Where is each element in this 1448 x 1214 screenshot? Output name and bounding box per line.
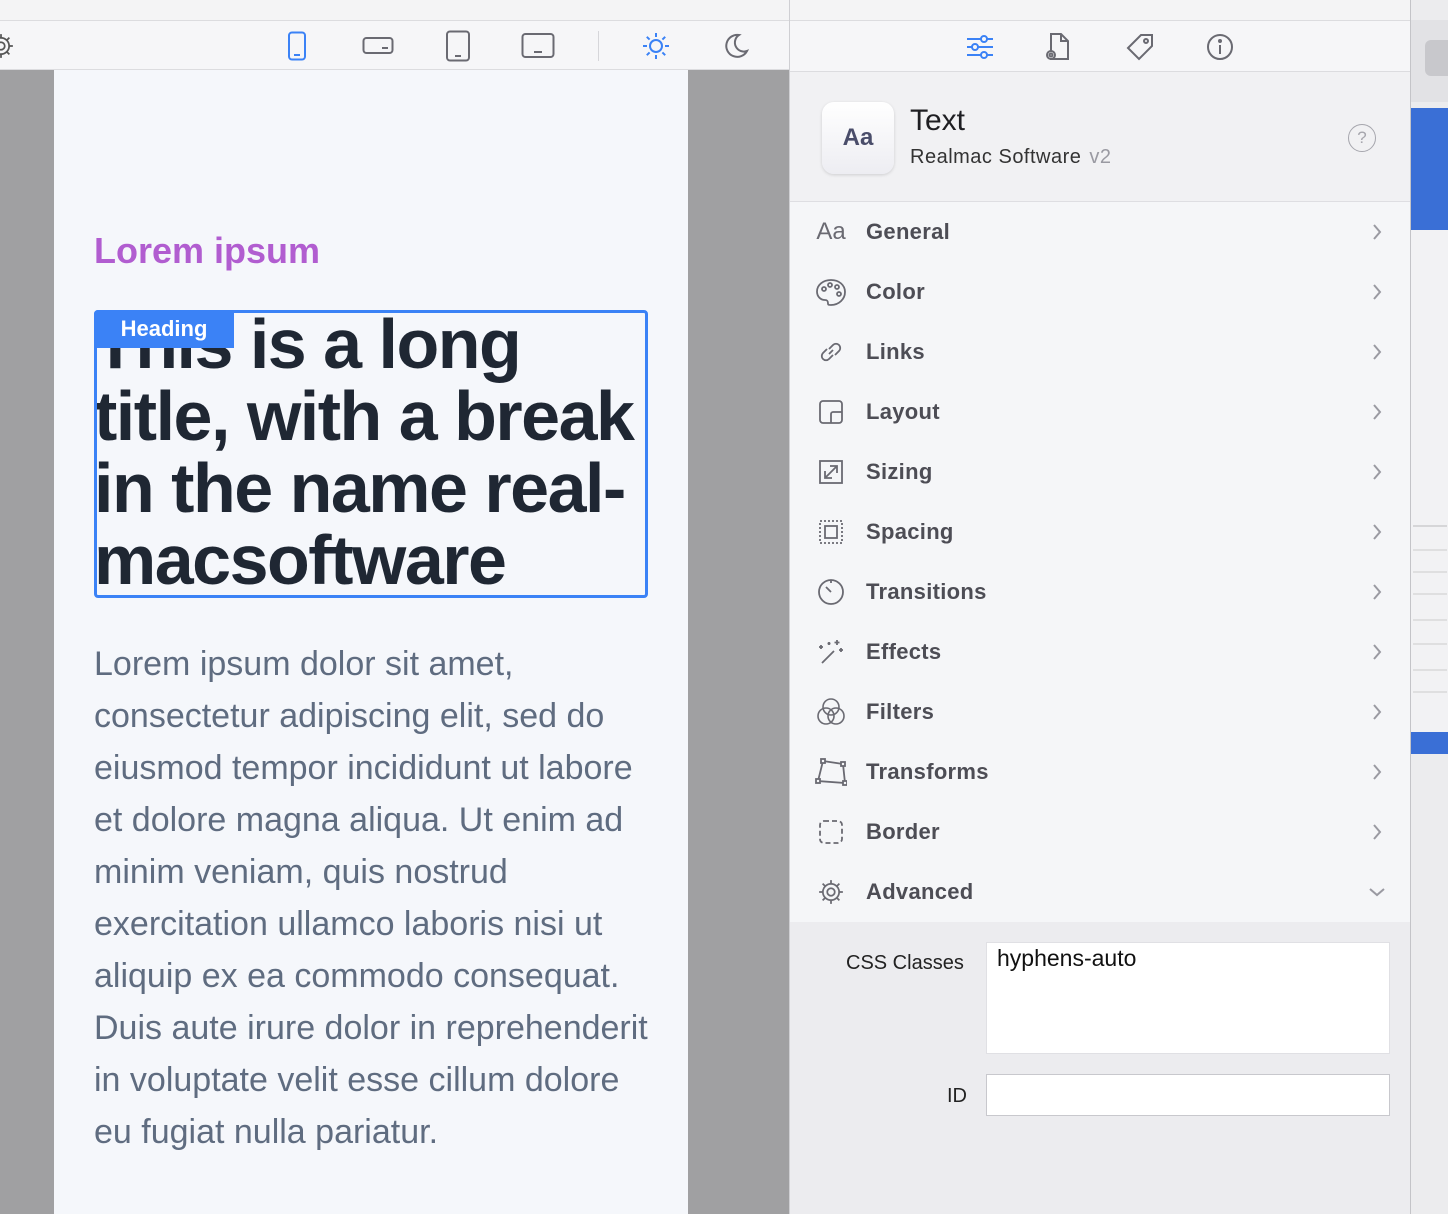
- help-icon[interactable]: ?: [1348, 124, 1376, 152]
- section-transforms[interactable]: Transforms: [790, 742, 1410, 802]
- page-preview: Lorem ipsum This is a long title, with a…: [54, 70, 688, 1214]
- background-window-badge: [1425, 40, 1448, 76]
- preview-toolbar: [0, 20, 790, 70]
- gear-icon: [814, 875, 848, 909]
- section-label: Filters: [866, 699, 935, 724]
- vendor-name: Realmac Software: [910, 146, 1082, 168]
- chevron-right-icon: [1366, 581, 1388, 603]
- border-dashed-icon: [814, 815, 848, 849]
- selection-tag: Heading: [94, 310, 234, 348]
- toolbar-separator: [598, 31, 599, 61]
- tablet-landscape-icon[interactable]: [521, 29, 555, 63]
- chevron-right-icon: [1366, 641, 1388, 663]
- section-label: Links: [866, 339, 925, 364]
- css-classes-label: CSS Classes: [846, 952, 964, 974]
- inspector-top-strip: [790, 0, 1410, 20]
- section-color[interactable]: Color: [790, 262, 1410, 322]
- top-strip: [0, 0, 790, 20]
- section-label: Border: [866, 819, 940, 844]
- css-classes-field[interactable]: hyphens-auto: [986, 942, 1390, 1054]
- section-layout[interactable]: Layout: [790, 382, 1410, 442]
- tag-icon[interactable]: [1122, 29, 1158, 65]
- phone-landscape-icon[interactable]: [361, 29, 395, 63]
- section-label: Effects: [866, 639, 942, 664]
- section-spacing[interactable]: Spacing: [790, 502, 1410, 562]
- background-window-content: [1411, 230, 1448, 732]
- id-field[interactable]: [986, 1074, 1390, 1116]
- section-sizing[interactable]: Sizing: [790, 442, 1410, 502]
- component-title: Text: [910, 104, 966, 137]
- background-window-highlight-2: [1411, 732, 1448, 754]
- section-effects[interactable]: Effects: [790, 622, 1410, 682]
- chevron-right-icon: [1366, 761, 1388, 783]
- chevron-right-icon: [1366, 821, 1388, 843]
- magic-wand-icon: [814, 635, 848, 669]
- section-border[interactable]: Border: [790, 802, 1410, 862]
- body-paragraph[interactable]: Lorem ipsum dolor sit amet, consectetur …: [94, 638, 654, 1158]
- chevron-down-icon: [1366, 881, 1388, 903]
- component-version: v2: [1089, 146, 1112, 168]
- section-links[interactable]: Links: [790, 322, 1410, 382]
- id-label: ID: [947, 1085, 967, 1107]
- eyebrow-text[interactable]: Lorem ipsum: [94, 230, 320, 272]
- resize-icon: [814, 455, 848, 489]
- palette-icon: [814, 275, 848, 309]
- section-label: Color: [866, 279, 925, 304]
- chevron-right-icon: [1366, 341, 1388, 363]
- chevron-right-icon: [1366, 281, 1388, 303]
- section-advanced[interactable]: Advanced: [790, 862, 1410, 922]
- inspector-tabs: [790, 20, 1410, 72]
- transform-icon: [814, 755, 848, 789]
- background-window: [1410, 0, 1448, 1214]
- layout-icon: [814, 395, 848, 429]
- section-label: Layout: [866, 399, 940, 424]
- dark-mode-icon[interactable]: [719, 29, 753, 63]
- spacing-icon: [814, 515, 848, 549]
- section-general[interactable]: Aa General: [790, 202, 1410, 262]
- text-aa-icon: Aa: [816, 218, 846, 245]
- chevron-right-icon: [1366, 701, 1388, 723]
- light-mode-icon[interactable]: [639, 29, 673, 63]
- page-settings-icon[interactable]: [1040, 29, 1076, 65]
- background-window-lines: [1413, 525, 1447, 693]
- properties-sliders-icon[interactable]: [962, 29, 998, 65]
- section-label: Transitions: [866, 579, 987, 604]
- phone-portrait-icon[interactable]: [280, 29, 314, 63]
- section-label: Transforms: [866, 759, 989, 784]
- chevron-right-icon: [1366, 521, 1388, 543]
- chevron-right-icon: [1366, 461, 1388, 483]
- section-label: Sizing: [866, 459, 933, 484]
- timer-icon: [814, 575, 848, 609]
- chevron-right-icon: [1366, 221, 1388, 243]
- gear-icon[interactable]: [0, 29, 18, 63]
- section-label: General: [866, 219, 951, 244]
- link-icon: [814, 335, 848, 369]
- chevron-right-icon: [1366, 401, 1388, 423]
- editor-canvas: Lorem ipsum This is a long title, with a…: [0, 70, 790, 1214]
- heading-selection-outline[interactable]: Heading: [94, 310, 648, 598]
- inspector-sections: Aa General Color Links Layout Sizing Spa…: [790, 202, 1410, 922]
- component-header: Aa Text Realmac Software v2 ?: [790, 72, 1410, 202]
- section-filters[interactable]: Filters: [790, 682, 1410, 742]
- info-icon[interactable]: [1202, 29, 1238, 65]
- section-transitions[interactable]: Transitions: [790, 562, 1410, 622]
- component-vendor: Realmac Software v2: [910, 146, 1112, 169]
- filters-circles-icon: [814, 695, 848, 729]
- component-icon: Aa: [822, 102, 894, 174]
- advanced-panel: CSS Classes hyphens-auto ID: [790, 922, 1410, 1214]
- background-window-highlight: [1411, 108, 1448, 230]
- section-label: Spacing: [866, 519, 954, 544]
- section-label: Advanced: [866, 879, 974, 904]
- tablet-portrait-icon[interactable]: [441, 29, 475, 63]
